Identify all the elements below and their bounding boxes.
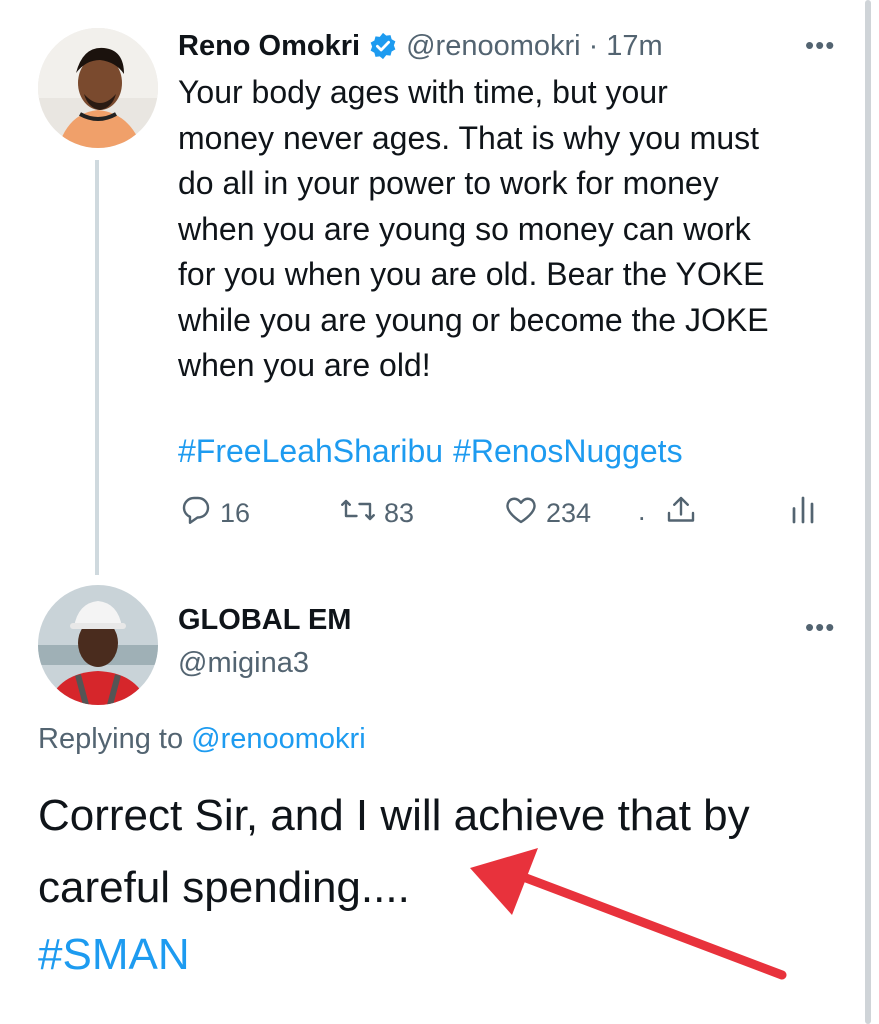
hashtag-link[interactable]: #FreeLeahSharibu xyxy=(178,433,443,470)
verified-badge-icon xyxy=(368,31,398,61)
replying-to-handle[interactable]: @renoomokri xyxy=(191,723,366,755)
scrollbar[interactable] xyxy=(865,0,871,1024)
more-icon[interactable]: ••• xyxy=(805,30,835,61)
tweet-action-bar: 16 83 234 . xyxy=(178,492,828,536)
share-button[interactable] xyxy=(663,492,699,535)
stray-dot: . xyxy=(638,496,646,526)
reply-hashtag-link[interactable]: #SMAN xyxy=(38,930,190,980)
hashtag-link[interactable]: #RenosNuggets xyxy=(453,433,682,470)
like-button[interactable]: 234 xyxy=(502,492,591,535)
reply-body-line: Correct Sir, and I will achieve that by xyxy=(38,791,750,840)
reply-button[interactable]: 16 xyxy=(178,492,250,535)
retweet-icon xyxy=(338,492,378,535)
replying-to-label: Replying to xyxy=(38,723,184,755)
like-icon xyxy=(502,492,540,535)
reply-author-name[interactable]: GLOBAL EM xyxy=(178,604,351,637)
author-avatar[interactable] xyxy=(38,28,158,148)
analytics-icon xyxy=(788,492,818,535)
reply-body-line: careful spending.... xyxy=(38,863,410,912)
tweet-body: Your body ages with time, but your money… xyxy=(178,74,769,383)
author-handle[interactable]: @renoomokri xyxy=(406,30,581,63)
reply-icon xyxy=(178,492,214,535)
more-icon[interactable]: ••• xyxy=(805,612,835,643)
tweet-header: Reno Omokri @renoomokri · 17m xyxy=(178,26,663,66)
author-name[interactable]: Reno Omokri xyxy=(178,30,360,63)
thread-connector-line xyxy=(95,160,99,575)
retweet-count: 83 xyxy=(384,498,415,528)
reply-count: 16 xyxy=(220,498,251,528)
tweet-time[interactable]: 17m xyxy=(606,30,662,63)
separator-dot: · xyxy=(588,29,599,62)
like-count: 234 xyxy=(546,498,592,528)
retweet-button[interactable]: 83 xyxy=(338,492,414,535)
share-icon xyxy=(663,492,699,535)
reply-author-handle[interactable]: @migina3 xyxy=(178,647,309,680)
reply-body: Correct Sir, and I will achieve that by … xyxy=(38,780,838,924)
analytics-button[interactable] xyxy=(788,492,818,535)
reply-author-avatar[interactable] xyxy=(38,585,158,705)
replying-to: Replying to @renoomokri xyxy=(38,723,366,756)
tweet-hashtags: #FreeLeahSharibu #RenosNuggets xyxy=(178,433,683,470)
